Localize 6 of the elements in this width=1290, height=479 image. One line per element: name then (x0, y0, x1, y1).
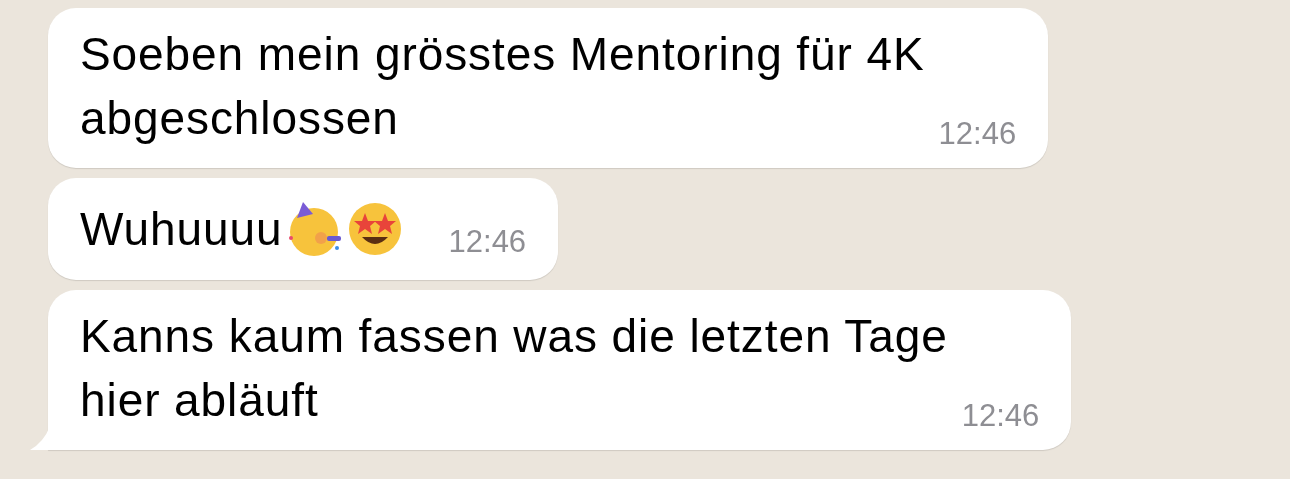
message-text: Wuhuuuu (80, 202, 283, 257)
message-time: 12:46 (448, 224, 527, 260)
message-time: 12:46 (961, 398, 1040, 434)
message-text: Kanns kaum fassen was die letzten Tage hier abläuft (80, 309, 948, 428)
message-text: Soeben mein grösstes Mentoring für 4K abgeschlossen (80, 27, 925, 146)
message-time: 12:46 (938, 116, 1017, 152)
